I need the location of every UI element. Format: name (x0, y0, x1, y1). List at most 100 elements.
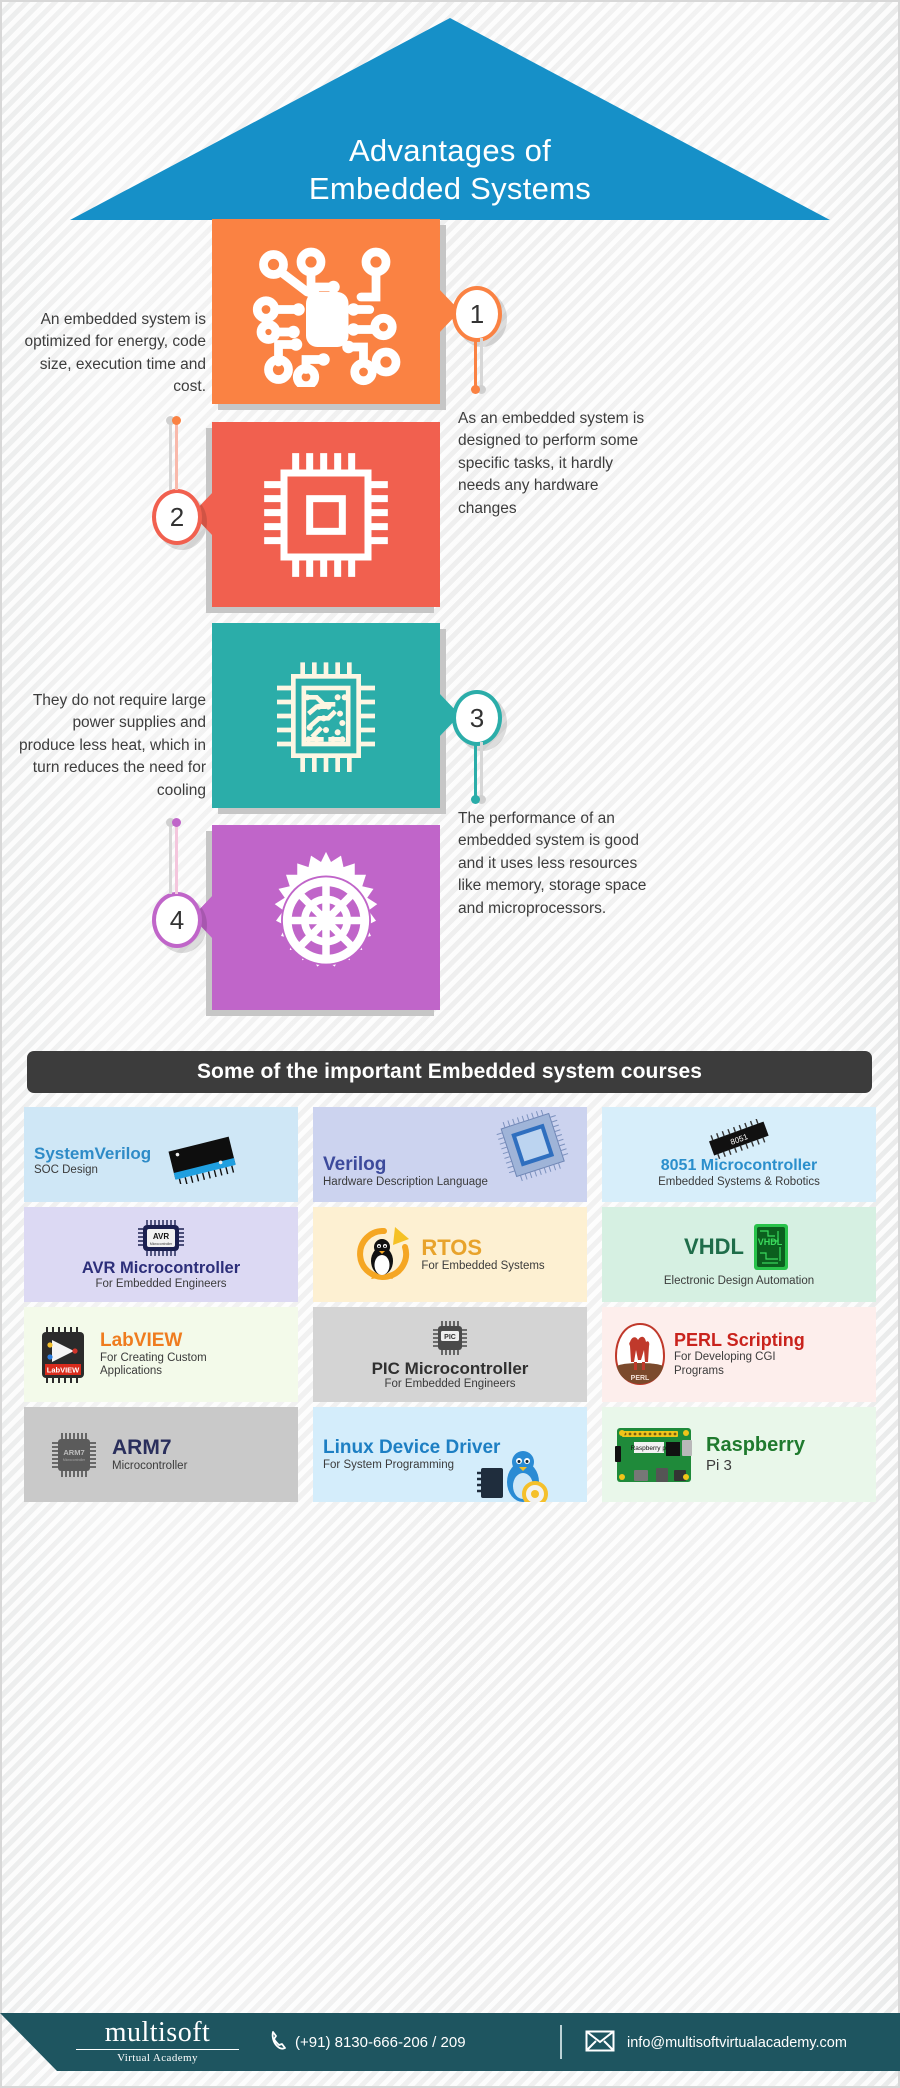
course-name: PIC Microcontroller (371, 1358, 529, 1378)
course-sub: Embedded Systems & Robotics (658, 1175, 820, 1188)
svg-text:PERL: PERL (631, 1375, 650, 1382)
course-sub: Electronic Design Automation (663, 1274, 815, 1287)
course-name: VHDL (684, 1233, 744, 1259)
phone-icon (270, 2030, 288, 2054)
course-name: PERL Scripting (674, 1330, 805, 1351)
course-sub: Pi 3 (706, 1457, 732, 1474)
course-name: LabVIEW (100, 1329, 183, 1351)
title-line-2: Embedded Systems (308, 171, 592, 207)
bga-chip-icon (494, 1110, 572, 1182)
svg-text:VHDL: VHDL (758, 1237, 783, 1247)
footer-divider (560, 2025, 562, 2059)
contact-email[interactable]: info@multisoftvirtualacademy.com (585, 2029, 847, 2057)
point-2-number: 2 (169, 501, 185, 532)
point-1-number: 1 (469, 298, 485, 329)
course-sub: For Embedded Systems (421, 1260, 545, 1273)
course-sub: SOC Design (34, 1163, 98, 1176)
raspberry-pi-board-icon: Raspberry pi (612, 1422, 698, 1488)
processor-traces-icon (212, 623, 440, 808)
course-name: Raspberry (706, 1434, 805, 1456)
courses-banner: Some of the important Embedded system co… (27, 1051, 872, 1093)
svg-text:ARM7: ARM7 (63, 1448, 84, 1457)
avr-chip-icon: AVR Microcontroller (133, 1217, 189, 1259)
course-name: Linux Device Driver (323, 1436, 501, 1458)
gear-icon (212, 825, 440, 1010)
course-card-8051[interactable]: 8051 8051 Microcontroller Embedded Syste… (602, 1107, 876, 1202)
svg-text:Microcontroller: Microcontroller (150, 1242, 173, 1246)
rtos-penguin-icon (355, 1225, 413, 1285)
course-name: SystemVerilog (34, 1144, 152, 1164)
point-2-number-bubble: 2 (152, 489, 202, 545)
point-1-text: An embedded system is optimized for ener… (24, 311, 206, 396)
point-1-panel (212, 219, 460, 410)
svg-text:Microcontroller: Microcontroller (63, 1458, 86, 1462)
point-4-pin (166, 818, 181, 894)
svg-text:AVR: AVR (153, 1232, 170, 1241)
point-3-number: 3 (469, 702, 485, 733)
footer: multisoft Virtual Academy (+91) 8130-666… (0, 2013, 900, 2071)
course-name: RTOS (421, 1234, 483, 1260)
course-card-verilog[interactable]: Verilog Hardware Description Language (313, 1107, 587, 1202)
point-3-panel (212, 623, 460, 814)
arm7-chip-icon: ARM7 Microcontroller (46, 1427, 102, 1483)
perl-camel-icon: PERL (612, 1322, 668, 1388)
course-card-vhdl[interactable]: VHDL VHDL Electronic Design Automation (602, 1207, 876, 1302)
course-card-raspberry-pi[interactable]: Raspberry pi Raspberry Pi 3 (602, 1407, 876, 1502)
point-2-text: As an embedded system is designed to per… (458, 410, 645, 517)
point-3-pin (471, 742, 486, 804)
point-2-pin (166, 416, 181, 490)
course-card-avr[interactable]: AVR Microcontroller AVR Microcontroller … (24, 1207, 298, 1302)
phone-number: (+91) 8130-666-206 / 209 (295, 2033, 466, 2051)
brand-rule (76, 2049, 239, 2050)
courses-grid: SystemVerilog SOC Design Verilog Hardwar… (24, 1107, 876, 1502)
brand-logo: multisoft Virtual Academy (70, 2019, 245, 2064)
page-title: Advantages of Embedded Systems (70, 18, 830, 220)
course-sub: For Embedded Engineers (384, 1378, 516, 1391)
point-4-number: 4 (169, 904, 185, 935)
course-card-perl[interactable]: PERL PERL Scripting For Developing CGI P… (602, 1307, 876, 1402)
title-line-1: Advantages of (348, 133, 552, 169)
course-name: 8051 Microcontroller (660, 1157, 818, 1175)
course-name: AVR Microcontroller (81, 1259, 241, 1278)
point-2-panel (192, 422, 440, 613)
svg-text:PIC: PIC (444, 1334, 456, 1341)
labview-chip-icon: LabVIEW (34, 1324, 92, 1386)
course-name: Verilog (323, 1154, 387, 1176)
vhdl-board-icon: VHDL (748, 1221, 794, 1273)
point-1-pin (471, 338, 486, 394)
pic-chip-icon: PIC (429, 1317, 471, 1359)
svg-text:LabVIEW: LabVIEW (47, 1365, 80, 1374)
brand-name: multisoft (104, 2017, 211, 2048)
course-card-pic[interactable]: PIC PIC Microcontroller For Embedded Eng… (313, 1307, 587, 1402)
course-card-arm7[interactable]: ARM7 Microcontroller ARM7 Microcontrolle… (24, 1407, 298, 1502)
point-1-number-bubble: 1 (452, 286, 502, 342)
course-name: ARM7 (112, 1435, 172, 1459)
course-card-linux-device-driver[interactable]: Linux Device Driver For System Programmi… (313, 1407, 587, 1502)
course-sub: For Developing CGI Programs (674, 1351, 776, 1377)
course-sub: For Creating Custom Applications (100, 1351, 207, 1378)
point-3-text: They do not require large power supplies… (19, 692, 206, 799)
courses-banner-label: Some of the important Embedded system co… (196, 1060, 703, 1083)
title-banner: Advantages of Embedded Systems (0, 10, 900, 220)
email-address: info@multisoftvirtualacademy.com (627, 2035, 847, 2051)
course-sub: Hardware Description Language (323, 1176, 488, 1189)
soc-chip-icon (155, 1132, 247, 1184)
circuit-board-icon (212, 219, 440, 404)
dip-chip-8051-icon: 8051 (696, 1119, 782, 1160)
course-sub: For Embedded Engineers (95, 1278, 227, 1291)
envelope-icon (585, 2029, 615, 2057)
linux-tux-icon (477, 1446, 557, 1502)
microchip-icon (212, 422, 440, 607)
svg-text:Raspberry pi: Raspberry pi (631, 1445, 668, 1452)
course-card-systemverilog[interactable]: SystemVerilog SOC Design (24, 1107, 298, 1202)
contact-phone[interactable]: (+91) 8130-666-206 / 209 (270, 2030, 466, 2054)
point-4-panel (192, 825, 440, 1016)
brand-tagline: Virtual Academy (117, 2052, 198, 2064)
point-4-text: The performance of an embedded system is… (458, 810, 647, 917)
point-3-number-bubble: 3 (452, 690, 502, 746)
point-4-number-bubble: 4 (152, 892, 202, 948)
course-card-labview[interactable]: LabVIEW LabVIEW For Creating Custom Appl… (24, 1307, 298, 1402)
course-card-rtos[interactable]: RTOS For Embedded Systems (313, 1207, 587, 1302)
course-sub: Microcontroller (112, 1459, 188, 1472)
course-sub: For System Programming (323, 1458, 455, 1471)
